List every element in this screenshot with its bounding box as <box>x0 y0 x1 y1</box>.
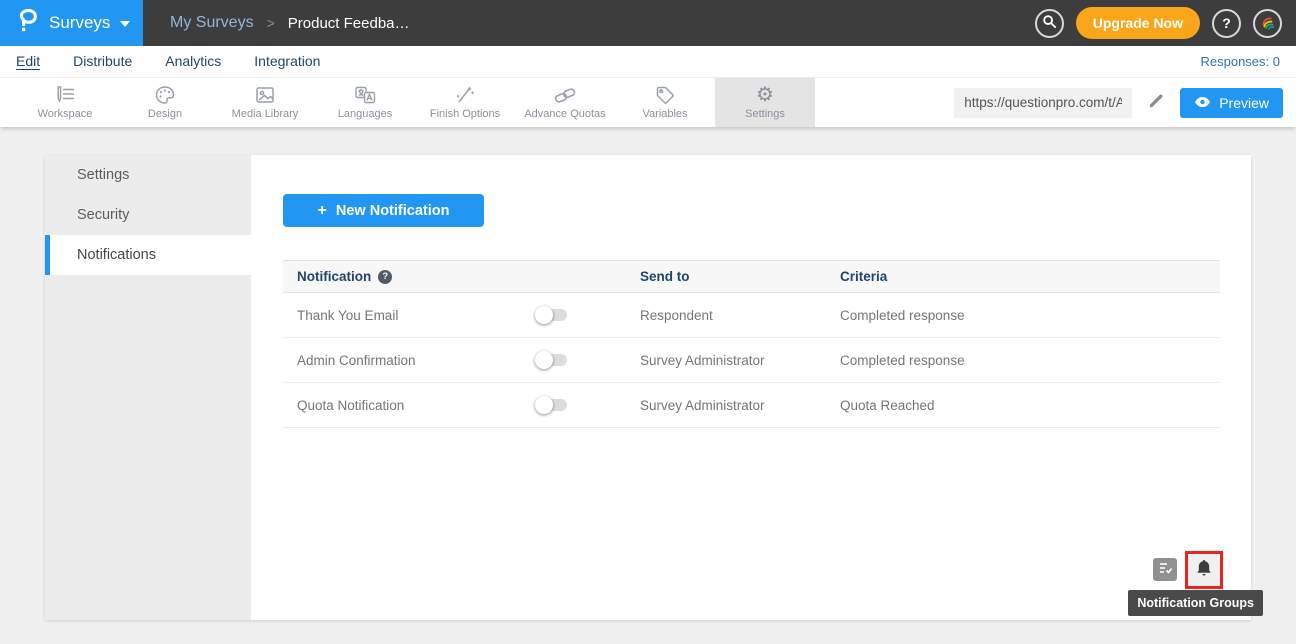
sidebar-item-notifications[interactable]: Notifications <box>45 235 251 275</box>
toggle-knob <box>535 306 553 324</box>
toolbar-item-finish-options[interactable]: Finish Options <box>415 78 515 127</box>
search-icon <box>1042 14 1057 32</box>
toolbar-label: Finish Options <box>430 108 500 120</box>
survey-url-group: Preview <box>954 78 1296 127</box>
new-notification-label: New Notification <box>336 203 450 219</box>
tab-edit[interactable]: Edit <box>16 53 40 71</box>
tab-analytics[interactable]: Analytics <box>165 53 221 71</box>
edit-url-button[interactable] <box>1147 92 1165 113</box>
workspace-icon <box>54 85 76 105</box>
notification-log-button[interactable] <box>1153 558 1177 581</box>
notification-name: Quota Notification <box>297 398 537 413</box>
column-header-send-to: Send to <box>640 269 840 284</box>
new-notification-button[interactable]: + New Notification <box>283 194 484 227</box>
avatar[interactable] <box>1253 9 1282 38</box>
column-header-notification: Notification <box>297 269 371 284</box>
settings-sidebar: Settings Security Notifications <box>45 155 251 620</box>
notifications-content: + New Notification Notification ? Send t… <box>251 155 1251 620</box>
notification-groups-button[interactable] <box>1188 554 1220 586</box>
sidebar-item-security[interactable]: Security <box>45 195 251 235</box>
breadcrumb-my-surveys[interactable]: My Surveys <box>170 14 254 32</box>
toggle-switch[interactable] <box>537 354 567 366</box>
caret-down-icon <box>120 21 130 27</box>
sidebar-item-settings[interactable]: Settings <box>45 155 251 195</box>
breadcrumb-current-survey: Product Feedba… <box>288 15 410 32</box>
notifications-table: Notification ? Send to Criteria Thank Yo… <box>283 260 1220 428</box>
breadcrumb-separator: > <box>267 15 275 31</box>
preview-button[interactable]: Preview <box>1180 88 1283 118</box>
toolbar-item-design[interactable]: Design <box>115 78 215 127</box>
tab-integration[interactable]: Integration <box>254 53 320 71</box>
settings-gear-icon: ⚙ <box>756 85 774 105</box>
toolbar-item-variables[interactable]: Variables <box>615 78 715 127</box>
column-header-criteria: Criteria <box>840 269 1220 284</box>
toolbar-label: Media Library <box>232 108 299 120</box>
toolbar-item-languages[interactable]: Languages <box>315 78 415 127</box>
preview-label: Preview <box>1219 95 1269 111</box>
languages-icon <box>353 85 377 105</box>
design-palette-icon <box>154 85 176 105</box>
toolbar-item-workspace[interactable]: Workspace <box>15 78 115 127</box>
send-to-value: Survey Administrator <box>640 353 840 368</box>
avatar-icon <box>1259 13 1277 34</box>
top-header: Surveys My Surveys > Product Feedba… Upg… <box>0 0 1296 46</box>
toolbar-label: Design <box>148 108 182 120</box>
table-row[interactable]: Quota Notification Survey Administrator … <box>283 383 1220 428</box>
search-button[interactable] <box>1035 9 1064 38</box>
table-row[interactable]: Thank You Email Respondent Completed res… <box>283 293 1220 338</box>
toolbar-label: Workspace <box>38 108 93 120</box>
breadcrumb: My Surveys > Product Feedba… <box>170 14 410 32</box>
toggle-switch[interactable] <box>537 399 567 411</box>
toolbar-label: Languages <box>338 108 392 120</box>
toolbar-label: Advance Quotas <box>524 108 605 120</box>
help-button[interactable]: ? <box>1212 9 1241 38</box>
question-mark-icon: ? <box>1222 15 1231 31</box>
table-header-row: Notification ? Send to Criteria <box>283 260 1220 293</box>
tab-distribute[interactable]: Distribute <box>73 53 132 71</box>
notification-help-icon[interactable]: ? <box>378 270 392 284</box>
finish-options-wand-icon <box>454 85 476 105</box>
toggle-switch[interactable] <box>537 309 567 321</box>
bell-icon <box>1194 558 1214 582</box>
toolbar-item-advance-quotas[interactable]: Advance Quotas <box>515 78 615 127</box>
notification-groups-tooltip: Notification Groups <box>1128 590 1263 616</box>
notification-name: Admin Confirmation <box>297 353 537 368</box>
notification-name: Thank You Email <box>297 308 537 323</box>
toolbar-item-settings[interactable]: ⚙ Settings <box>715 78 815 127</box>
eye-icon <box>1194 95 1211 111</box>
variables-tag-icon <box>654 85 676 105</box>
app-label: Surveys <box>49 13 110 33</box>
media-library-icon <box>254 85 276 105</box>
toggle-knob <box>535 396 553 414</box>
send-to-value: Survey Administrator <box>640 398 840 413</box>
advance-quotas-link-icon <box>553 85 577 105</box>
header-actions: Upgrade Now ? <box>1035 7 1296 39</box>
red-highlight-box <box>1185 551 1223 589</box>
table-row[interactable]: Admin Confirmation Survey Administrator … <box>283 338 1220 383</box>
criteria-value: Quota Reached <box>840 398 1220 413</box>
pencil-icon <box>1147 92 1165 113</box>
surveys-product-switcher[interactable]: Surveys <box>0 0 143 46</box>
notification-log-icon <box>1158 561 1173 578</box>
main-area: Settings Security Notifications + New No… <box>0 127 1296 644</box>
toolbar-label: Settings <box>745 108 785 120</box>
criteria-value: Completed response <box>840 308 1220 323</box>
toolbar-label: Variables <box>642 108 687 120</box>
criteria-value: Completed response <box>840 353 1220 368</box>
settings-panel: Settings Security Notifications + New No… <box>45 155 1251 620</box>
toolbar-item-media-library[interactable]: Media Library <box>215 78 315 127</box>
responses-count[interactable]: Responses: 0 <box>1201 54 1281 69</box>
survey-tab-bar: Edit Distribute Analytics Integration Re… <box>0 46 1296 78</box>
upgrade-now-button[interactable]: Upgrade Now <box>1076 7 1200 39</box>
plus-icon: + <box>318 202 327 220</box>
toggle-knob <box>535 351 553 369</box>
edit-toolbar: Workspace Design Media Library <box>0 78 1296 127</box>
send-to-value: Respondent <box>640 308 840 323</box>
survey-url-input[interactable] <box>954 88 1132 118</box>
questionpro-logo-icon <box>17 7 39 39</box>
